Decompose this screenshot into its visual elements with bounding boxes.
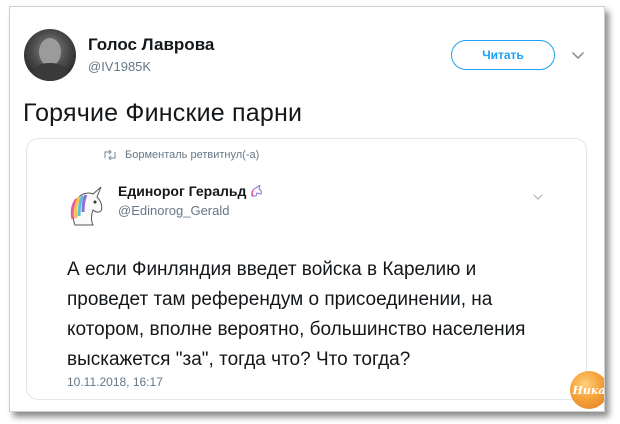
quoted-author-name-text: Единорог Геральд — [118, 183, 247, 199]
watermark-logo: Ника — [570, 371, 605, 409]
author-name[interactable]: Голос Лаврова — [88, 35, 214, 55]
follow-button[interactable]: Читать — [451, 40, 555, 70]
author-handle[interactable]: @IV1985K — [88, 59, 151, 74]
retweet-line-text[interactable]: Борменталь ретвитнул(-а) — [125, 149, 259, 161]
tweet-card: Голос Лаврова @IV1985K Читать Горячие Фи… — [9, 6, 605, 412]
avatar-body — [30, 63, 70, 81]
unicorn-emoji-icon — [251, 185, 263, 197]
tweet-text: Горячие Финские парни — [23, 99, 303, 127]
quoted-tweet-timestamp[interactable]: 10.11.2018, 16:17 — [67, 375, 163, 389]
quoted-author-handle[interactable]: @Edinorog_Gerald — [118, 203, 229, 218]
avatar-face — [39, 38, 61, 66]
chevron-down-icon[interactable] — [532, 191, 544, 203]
retweet-line: Борменталь ретвитнул(-а) — [103, 149, 259, 161]
retweet-icon — [104, 150, 116, 160]
unicorn-icon[interactable] — [65, 185, 109, 229]
quoted-tweet[interactable]: Борменталь ретвитнул(-а) Единорог Гераль… — [26, 138, 587, 400]
quoted-tweet-text: А если Финляндия введет войска в Карелию… — [67, 259, 526, 370]
author-avatar[interactable] — [24, 29, 76, 81]
quoted-author-name[interactable]: Единорог Геральд — [118, 183, 264, 199]
watermark-text: Ника — [572, 383, 605, 397]
chevron-down-icon[interactable] — [570, 47, 586, 63]
